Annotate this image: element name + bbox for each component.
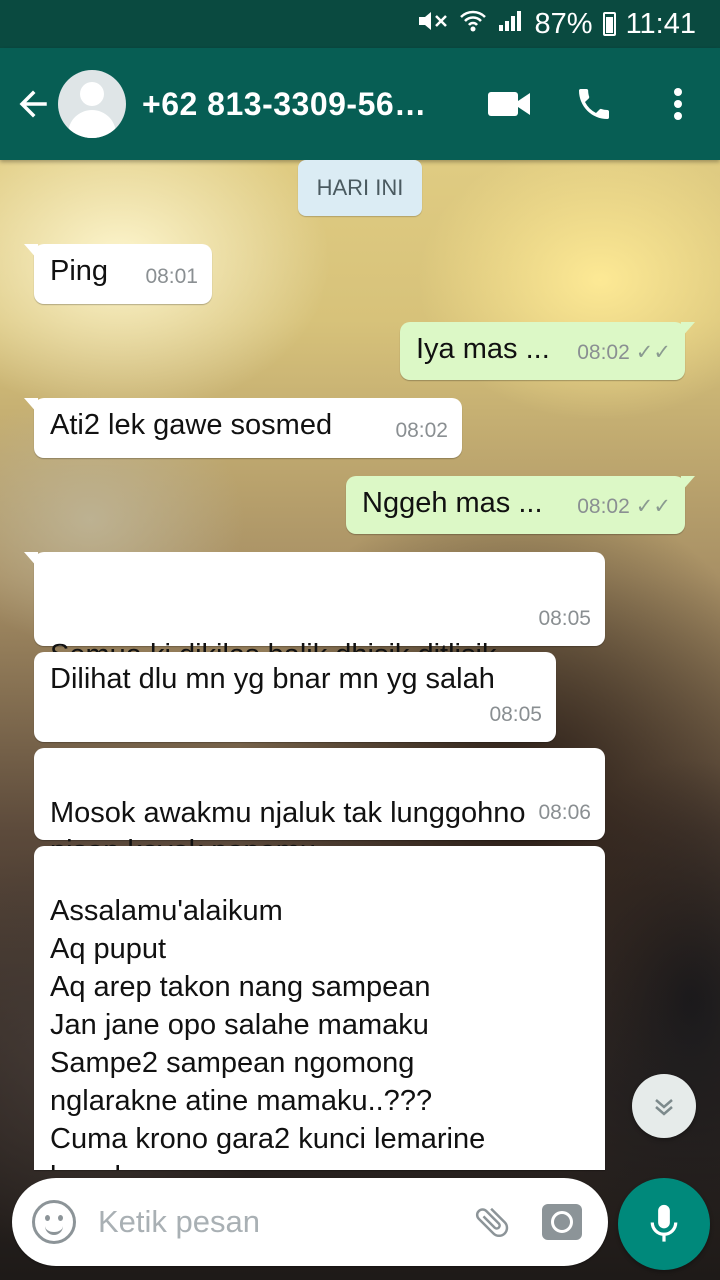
double-check-icon: ✓✓ <box>635 341 671 364</box>
double-check-icon: ✓✓ <box>635 495 671 518</box>
phone-icon[interactable] <box>552 64 636 144</box>
message-time: 08:02 <box>577 341 630 364</box>
message-bubble-outgoing[interactable]: Nggeh mas ... 08:02 ✓✓ <box>346 476 695 534</box>
message-bubble-incoming[interactable]: Assalamu'alaikum Aq puput Aq arep takon … <box>34 846 605 1170</box>
message-bubble-incoming[interactable]: Semua ki dikilas balik dhisik ditlisik d… <box>24 552 605 709</box>
message-text: Ping <box>50 255 109 287</box>
message-text: Iya mas ... <box>416 333 550 365</box>
message-bubble-incoming[interactable]: Ping 08:01 <box>24 244 212 304</box>
microphone-icon <box>650 1204 678 1242</box>
more-options-icon[interactable] <box>636 64 720 144</box>
message-bubble-incoming[interactable]: Dilihat dlu mn yg bnar mn yg salah 08:05 <box>34 652 556 742</box>
avatar[interactable] <box>58 70 126 138</box>
camera-icon[interactable] <box>542 1204 582 1240</box>
message-time: 08:05 <box>538 607 591 630</box>
wifi-icon <box>459 9 487 40</box>
scroll-down-button[interactable] <box>632 1074 696 1138</box>
message-text: Nggeh mas ... <box>362 487 543 519</box>
status-bar: 87% 11:41 <box>0 0 720 48</box>
emoji-icon[interactable] <box>32 1200 76 1244</box>
message-bubble-incoming[interactable]: Mosok awakmu njaluk tak lunggohno pisan … <box>34 748 605 867</box>
message-text: Assalamu'alaikum Aq puput Aq arep takon … <box>50 895 486 1170</box>
message-bubble-outgoing[interactable]: Iya mas ... 08:02 ✓✓ <box>400 322 695 380</box>
message-time: 08:06 <box>538 801 591 824</box>
mute-icon <box>415 9 449 40</box>
video-call-icon[interactable] <box>468 64 552 144</box>
message-input-bar: Ketik pesan <box>12 1178 608 1266</box>
chat-header: +62 813-3309-56… <box>0 48 720 160</box>
message-time: 08:01 <box>145 265 198 288</box>
message-time: 08:05 <box>489 703 542 726</box>
attach-icon[interactable] <box>470 1200 514 1244</box>
message-time: 08:02 <box>395 419 448 442</box>
message-text: Dilihat dlu mn yg bnar mn yg salah <box>50 663 495 695</box>
clock: 11:41 <box>625 7 696 40</box>
battery-icon <box>602 12 616 36</box>
contact-name[interactable]: +62 813-3309-56… <box>142 86 442 123</box>
back-arrow-icon[interactable] <box>8 74 58 134</box>
signal-icon <box>497 9 525 40</box>
battery-percent: 87% <box>534 7 593 40</box>
date-chip: HARI INI <box>298 160 422 216</box>
message-text: Ati2 lek gawe sosmed <box>50 409 333 441</box>
chevron-down-icon <box>655 1099 673 1116</box>
microphone-button[interactable] <box>618 1178 710 1270</box>
message-bubble-incoming[interactable]: Ati2 lek gawe sosmed 08:02 <box>24 398 462 458</box>
message-time: 08:02 <box>577 495 630 518</box>
message-input[interactable]: Ketik pesan <box>98 1204 470 1240</box>
